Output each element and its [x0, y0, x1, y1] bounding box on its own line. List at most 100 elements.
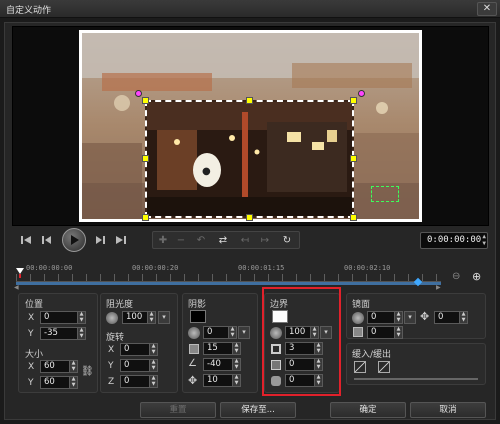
position-y-spin[interactable]: ▲ ▼ — [77, 327, 86, 340]
opacity-spin[interactable]: ▲ ▼ — [147, 311, 156, 324]
ease-out-icon[interactable] — [378, 361, 390, 373]
timeline-label: 00:00:01:15 — [238, 264, 285, 272]
shadow-opacity-dropdown[interactable]: ▾ — [238, 326, 250, 339]
timeline-label: 00:00:02:10 — [344, 264, 391, 272]
reset-button[interactable]: 重置 — [140, 402, 216, 418]
shadow-distance-spin[interactable]: ▲ ▼ — [232, 374, 241, 387]
shadow-blur-input[interactable]: 15 — [203, 342, 233, 355]
resize-handle-left[interactable] — [142, 155, 149, 162]
timeline-scroll-left-icon[interactable]: ◀ — [14, 284, 19, 291]
position-x-input[interactable]: 0 — [40, 311, 78, 324]
mirror-blur-icon — [353, 327, 363, 337]
opacity-input[interactable]: 100 — [122, 311, 148, 324]
rotation-x-label: X — [108, 345, 115, 355]
rotation-y-spin[interactable]: ▲ ▼ — [149, 359, 158, 372]
resize-handle-bottom-left[interactable] — [142, 214, 149, 221]
opacity-icon — [106, 312, 118, 324]
rotation-z-input[interactable]: 0 — [120, 375, 150, 388]
ok-button[interactable]: 确定 — [330, 402, 406, 418]
rotate-handle-left[interactable] — [135, 90, 142, 97]
overlay-clip[interactable]: ● — [145, 100, 354, 218]
timeline-track[interactable] — [16, 282, 441, 285]
mirror-opacity-icon — [352, 312, 364, 324]
skip-start-icon — [21, 236, 31, 244]
mirror-opacity-spin[interactable]: ▲ ▼ — [394, 311, 403, 324]
timecode-field[interactable]: 0:00:00:00 ▲ ▼ — [420, 232, 488, 249]
shadow-distance-input[interactable]: 10 — [203, 374, 233, 387]
ease-in-icon[interactable] — [354, 361, 366, 373]
resize-handle-top-right[interactable] — [350, 97, 357, 104]
shadow-opacity-spin[interactable]: ▲ ▼ — [228, 326, 237, 339]
size-x-input[interactable]: 60 — [40, 360, 70, 373]
link-icon[interactable]: ⛓ — [81, 366, 94, 377]
step-back-icon — [42, 236, 51, 244]
mirror-blur-spin[interactable]: ▲ ▼ — [394, 326, 403, 339]
mirror-blur-input[interactable]: 0 — [367, 326, 395, 339]
swap-icon[interactable]: ⇄ — [215, 234, 231, 248]
timeline[interactable]: 00:00:00:00 00:00:00:20 00:00:01:15 00:0… — [14, 258, 444, 292]
step-forward-button[interactable] — [93, 232, 109, 248]
timeline-ruler — [16, 274, 441, 282]
resize-handle-bottom[interactable] — [246, 214, 253, 221]
close-button[interactable]: ✕ — [477, 2, 497, 16]
shadow-angle-icon: ∠ — [188, 358, 197, 369]
rotation-x-input[interactable]: 0 — [120, 343, 150, 356]
skip-end-icon — [116, 236, 126, 244]
rotation-title: 旋转 — [106, 333, 125, 343]
size-y-spin[interactable]: ▲ ▼ — [69, 376, 78, 389]
reverse-keyframe-icon[interactable]: ↶ — [193, 234, 209, 248]
rotation-z-label: Z — [108, 377, 115, 387]
step-back-button[interactable] — [38, 232, 54, 248]
remove-keyframe-icon[interactable]: − — [173, 234, 189, 248]
ease-slider[interactable] — [354, 378, 478, 380]
position-y-input[interactable]: -35 — [40, 327, 78, 340]
mirror-opacity-input[interactable]: 0 — [367, 311, 395, 324]
mirror-opacity-dropdown[interactable]: ▾ — [404, 311, 416, 324]
skip-to-start-button[interactable] — [18, 232, 34, 248]
rotation-z-spin[interactable]: ▲ ▼ — [149, 375, 158, 388]
rotation-x-spin[interactable]: ▲ ▼ — [149, 343, 158, 356]
rotate-handle-right[interactable] — [358, 90, 365, 97]
rotation-y-input[interactable]: 0 — [120, 359, 150, 372]
mirror-distance-input[interactable]: 0 — [434, 311, 460, 324]
timeline-scroll-right-icon[interactable]: ▶ — [436, 284, 441, 291]
zoom-in-icon[interactable]: ⊕ — [472, 270, 486, 284]
cancel-button[interactable]: 取消 — [410, 402, 486, 418]
playhead-icon[interactable] — [16, 268, 24, 278]
timecode-value: 0:00:00:00 — [427, 235, 482, 245]
resize-handle-top-left[interactable] — [142, 97, 149, 104]
shadow-opacity-input[interactable]: 0 — [203, 326, 229, 339]
shadow-color-swatch[interactable] — [190, 310, 206, 323]
timeline-label: 00:00:00:00 — [26, 264, 73, 272]
mirror-distance-spin[interactable]: ▲ ▼ — [459, 311, 468, 324]
timecode-spin-icon[interactable]: ▲ ▼ — [482, 233, 486, 247]
move-left-icon[interactable]: ↤ — [237, 234, 253, 248]
resize-handle-bottom-right[interactable] — [350, 214, 357, 221]
resize-handle-right[interactable] — [350, 155, 357, 162]
window-title: 自定义动作 — [6, 6, 52, 16]
size-x-spin[interactable]: ▲ ▼ — [69, 360, 78, 373]
add-keyframe-icon[interactable]: ✚ — [155, 234, 171, 248]
zoom-out-icon[interactable]: ⊖ — [452, 271, 464, 283]
skip-to-end-button[interactable] — [113, 232, 129, 248]
position-y-label: Y — [28, 329, 34, 339]
shadow-angle-spin[interactable]: ▲ ▼ — [232, 358, 241, 371]
move-right-icon[interactable]: ↦ — [257, 234, 273, 248]
mirror-title: 镜面 — [352, 300, 371, 310]
size-y-input[interactable]: 60 — [40, 376, 70, 389]
anchor-point-box[interactable] — [371, 186, 399, 202]
position-x-spin[interactable]: ▲ ▼ — [77, 311, 86, 324]
shadow-blur-icon — [189, 344, 199, 354]
svg-text:●: ● — [202, 166, 211, 177]
step-forward-icon — [96, 236, 105, 244]
refresh-icon[interactable]: ↻ — [279, 234, 295, 248]
keyframe-toolbar: ✚ − ↶ ⇄ ↤ ↦ ↻ — [152, 231, 300, 249]
shadow-angle-input[interactable]: -40 — [203, 358, 233, 371]
resize-handle-top[interactable] — [246, 97, 253, 104]
opacity-dropdown[interactable]: ▾ — [158, 311, 170, 324]
shadow-blur-spin[interactable]: ▲ ▼ — [232, 342, 241, 355]
position-x-label: X — [28, 313, 35, 323]
timeline-label: 00:00:00:20 — [132, 264, 179, 272]
play-button[interactable] — [62, 228, 86, 252]
save-as-button[interactable]: 保存至... — [220, 402, 296, 418]
